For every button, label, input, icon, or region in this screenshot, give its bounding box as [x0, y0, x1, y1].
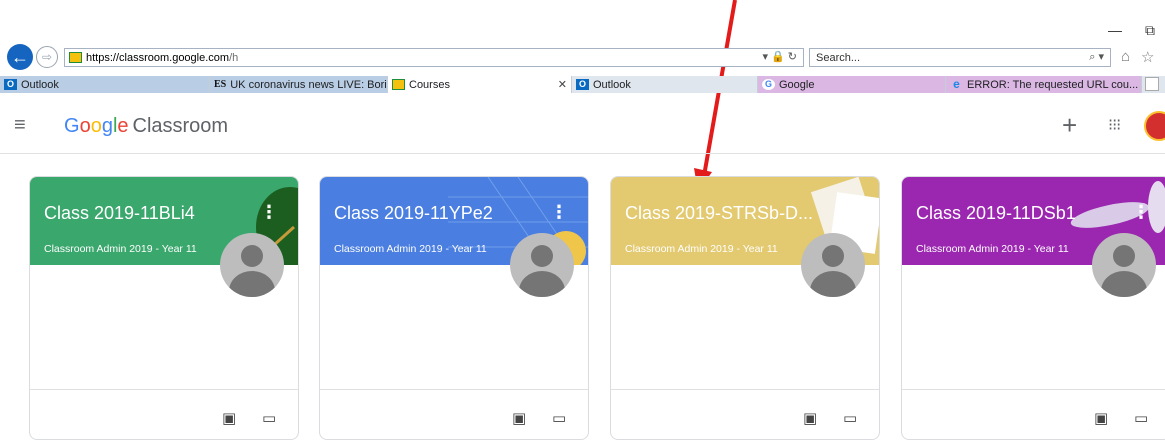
- tab-courses[interactable]: Courses ✕: [388, 76, 572, 93]
- google-classroom-logo[interactable]: Google Classroom: [64, 115, 228, 138]
- tab-outlook-1[interactable]: O Outlook: [0, 76, 210, 93]
- forward-button[interactable]: ⇨: [36, 46, 58, 68]
- account-avatar[interactable]: [1144, 111, 1165, 141]
- teacher-avatar: [1092, 233, 1156, 297]
- your-work-icon[interactable]: ▣: [222, 409, 236, 427]
- folder-icon[interactable]: ▭: [843, 409, 857, 427]
- class-card-strsb[interactable]: Class 2019-STRSb-D... Classroom Admin 20…: [610, 176, 880, 440]
- ie-icon: e: [953, 77, 960, 91]
- restore-button[interactable]: ⧉: [1145, 22, 1155, 39]
- teacher-avatar: [220, 233, 284, 297]
- class-title[interactable]: Class 2019-11BLi4: [44, 203, 195, 224]
- create-join-class-plus-icon[interactable]: +: [1062, 110, 1077, 141]
- favorites-star-icon[interactable]: ☆: [1141, 48, 1154, 66]
- teacher-avatar: [510, 233, 574, 297]
- search-placeholder: Search...: [816, 51, 861, 64]
- more-options-icon[interactable]: ⋮: [550, 203, 568, 221]
- minimize-button[interactable]: —: [1108, 22, 1122, 38]
- tab-coronavirus-news[interactable]: ES UK coronavirus news LIVE: Bori...: [210, 76, 388, 93]
- header-divider: [0, 153, 1165, 154]
- class-subtitle[interactable]: Classroom Admin 2019 - Year 11: [916, 243, 1069, 255]
- class-title[interactable]: Class 2019-STRSb-D...: [625, 203, 813, 224]
- annotation-arrow: [694, 0, 737, 192]
- class-subtitle[interactable]: Classroom Admin 2019 - Year 11: [44, 243, 197, 255]
- class-subtitle[interactable]: Classroom Admin 2019 - Year 11: [334, 243, 487, 255]
- address-bar[interactable]: https://classroom.google.com/h ▾ 🔒 ↻: [64, 48, 804, 67]
- back-arrow-icon: ←: [11, 46, 29, 67]
- classroom-favicon-icon: [69, 52, 82, 63]
- forward-arrow-icon: ⇨: [41, 50, 53, 64]
- google-apps-icon[interactable]: ⁝⁝⁝: [1108, 115, 1121, 135]
- card-divider: [902, 389, 1165, 390]
- search-icon[interactable]: ⌕ ▾: [1089, 50, 1104, 64]
- your-work-icon[interactable]: ▣: [1094, 409, 1108, 427]
- class-title[interactable]: Class 2019-11DSb1: [916, 203, 1076, 224]
- more-options-icon[interactable]: ⋮: [1132, 203, 1150, 221]
- url-path: /h: [229, 51, 239, 64]
- outlook-icon: O: [576, 79, 589, 90]
- folder-icon[interactable]: ▭: [1134, 409, 1148, 427]
- more-options-icon[interactable]: ⋮: [260, 203, 278, 221]
- tab-error[interactable]: e ERROR: The requested URL cou...: [946, 76, 1142, 93]
- class-card-11dsb1[interactable]: Class 2019-11DSb1 Classroom Admin 2019 -…: [901, 176, 1165, 440]
- class-card-11bli4[interactable]: Class 2019-11BLi4 Classroom Admin 2019 -…: [29, 176, 299, 440]
- teacher-avatar: [801, 233, 865, 297]
- your-work-icon[interactable]: ▣: [512, 409, 526, 427]
- new-tab-button[interactable]: [1145, 77, 1159, 91]
- search-input[interactable]: Search... ⌕ ▾: [809, 48, 1111, 67]
- card-divider: [611, 389, 879, 390]
- card-divider: [320, 389, 588, 390]
- outlook-icon: O: [4, 79, 17, 90]
- close-tab-icon[interactable]: ✕: [558, 78, 567, 91]
- class-title[interactable]: Class 2019-11YPe2: [334, 203, 493, 224]
- tab-outlook-2[interactable]: O Outlook: [572, 76, 758, 93]
- folder-icon[interactable]: ▭: [552, 409, 566, 427]
- es-icon: ES: [214, 79, 227, 90]
- google-icon: G: [762, 79, 775, 90]
- back-button[interactable]: ←: [7, 44, 33, 70]
- class-card-11ype2[interactable]: Class 2019-11YPe2 Classroom Admin 2019 -…: [319, 176, 589, 440]
- address-bar-icons[interactable]: ▾ 🔒 ↻: [762, 50, 797, 63]
- tab-google[interactable]: G Google: [758, 76, 946, 93]
- class-subtitle[interactable]: Classroom Admin 2019 - Year 11: [625, 243, 778, 255]
- hamburger-menu-icon[interactable]: ≡: [14, 114, 26, 137]
- home-icon[interactable]: ⌂: [1121, 48, 1130, 65]
- card-divider: [30, 389, 298, 390]
- your-work-icon[interactable]: ▣: [803, 409, 817, 427]
- url-host: https://classroom.google.com: [86, 51, 230, 64]
- classroom-icon: [392, 79, 405, 90]
- folder-icon[interactable]: ▭: [262, 409, 276, 427]
